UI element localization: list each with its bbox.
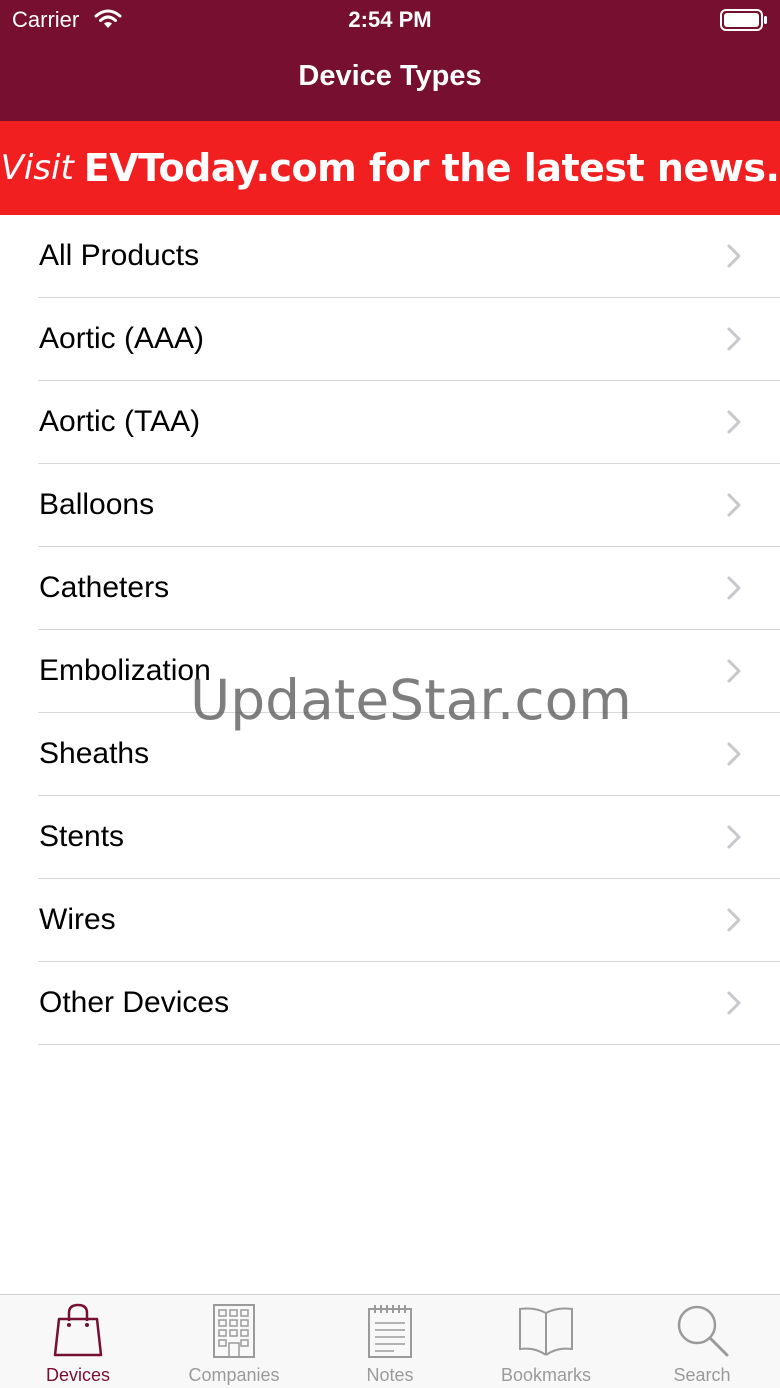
search-icon xyxy=(673,1303,731,1364)
list-item-label: All Products xyxy=(39,239,200,272)
tab-label: Companies xyxy=(188,1365,280,1385)
list-item-label: Stents xyxy=(39,820,125,853)
list-item-label: Aortic (TAA) xyxy=(39,405,201,438)
tab-bar: Devices Companies Notes Bookmarks Search xyxy=(0,1294,780,1388)
ad-banner[interactable]: Visit EVToday.com for the latest news. xyxy=(0,121,780,215)
list-item-aortic-taa[interactable]: Aortic (TAA) xyxy=(0,381,780,464)
chevron-right-icon xyxy=(726,492,742,523)
chevron-right-icon xyxy=(726,243,742,274)
list-item-sheaths[interactable]: Sheaths xyxy=(0,713,780,796)
tab-label: Notes xyxy=(366,1365,414,1385)
list-item-wires[interactable]: Wires xyxy=(0,879,780,962)
list-item-label: Aortic (AAA) xyxy=(39,322,205,355)
banner-visit-text: Visit xyxy=(0,148,74,188)
list-item-other-devices[interactable]: Other Devices xyxy=(0,962,780,1045)
list-item-label: Balloons xyxy=(39,488,155,521)
chevron-right-icon xyxy=(726,907,742,938)
top-bar: Carrier 2:54 PM Device Types xyxy=(0,0,780,121)
tab-label: Bookmarks xyxy=(500,1365,592,1385)
tab-devices[interactable]: Devices xyxy=(0,1295,156,1388)
device-type-list: All Products Aortic (AAA) Aortic (TAA) B… xyxy=(0,215,780,1045)
bag-icon xyxy=(51,1303,105,1364)
list-item-balloons[interactable]: Balloons xyxy=(0,464,780,547)
list-item-stents[interactable]: Stents xyxy=(0,796,780,879)
tab-bookmarks[interactable]: Bookmarks xyxy=(468,1295,624,1388)
list-item-label: Embolization xyxy=(39,654,211,687)
chevron-right-icon xyxy=(726,990,742,1021)
row-divider xyxy=(38,1044,780,1045)
chevron-right-icon xyxy=(726,575,742,606)
status-time: 2:54 PM xyxy=(348,7,432,32)
list-item-embolization[interactable]: Embolization xyxy=(0,630,780,713)
list-item-label: Catheters xyxy=(39,571,170,604)
list-item-catheters[interactable]: Catheters xyxy=(0,547,780,630)
list-item-label: Sheaths xyxy=(39,737,150,770)
chevron-right-icon xyxy=(726,326,742,357)
building-icon xyxy=(211,1303,257,1364)
page-title: Device Types xyxy=(298,60,482,92)
tab-label: Search xyxy=(673,1365,731,1385)
chevron-right-icon xyxy=(726,824,742,855)
status-bar: Carrier 2:54 PM xyxy=(0,0,780,40)
tab-label: Devices xyxy=(45,1365,111,1385)
book-icon xyxy=(517,1303,575,1364)
tab-notes[interactable]: Notes xyxy=(312,1295,468,1388)
banner-main-text: EVToday.com for the latest news. xyxy=(83,146,780,190)
list-item-label: Other Devices xyxy=(39,986,230,1019)
chevron-right-icon xyxy=(726,741,742,772)
battery-icon xyxy=(720,9,768,36)
list-item-all-products[interactable]: All Products xyxy=(0,215,780,298)
list-item-aortic-aaa[interactable]: Aortic (AAA) xyxy=(0,298,780,381)
notepad-icon xyxy=(366,1303,414,1364)
chevron-right-icon xyxy=(726,658,742,689)
tab-search[interactable]: Search xyxy=(624,1295,780,1388)
list-item-label: Wires xyxy=(39,903,116,936)
chevron-right-icon xyxy=(726,409,742,440)
tab-companies[interactable]: Companies xyxy=(156,1295,312,1388)
